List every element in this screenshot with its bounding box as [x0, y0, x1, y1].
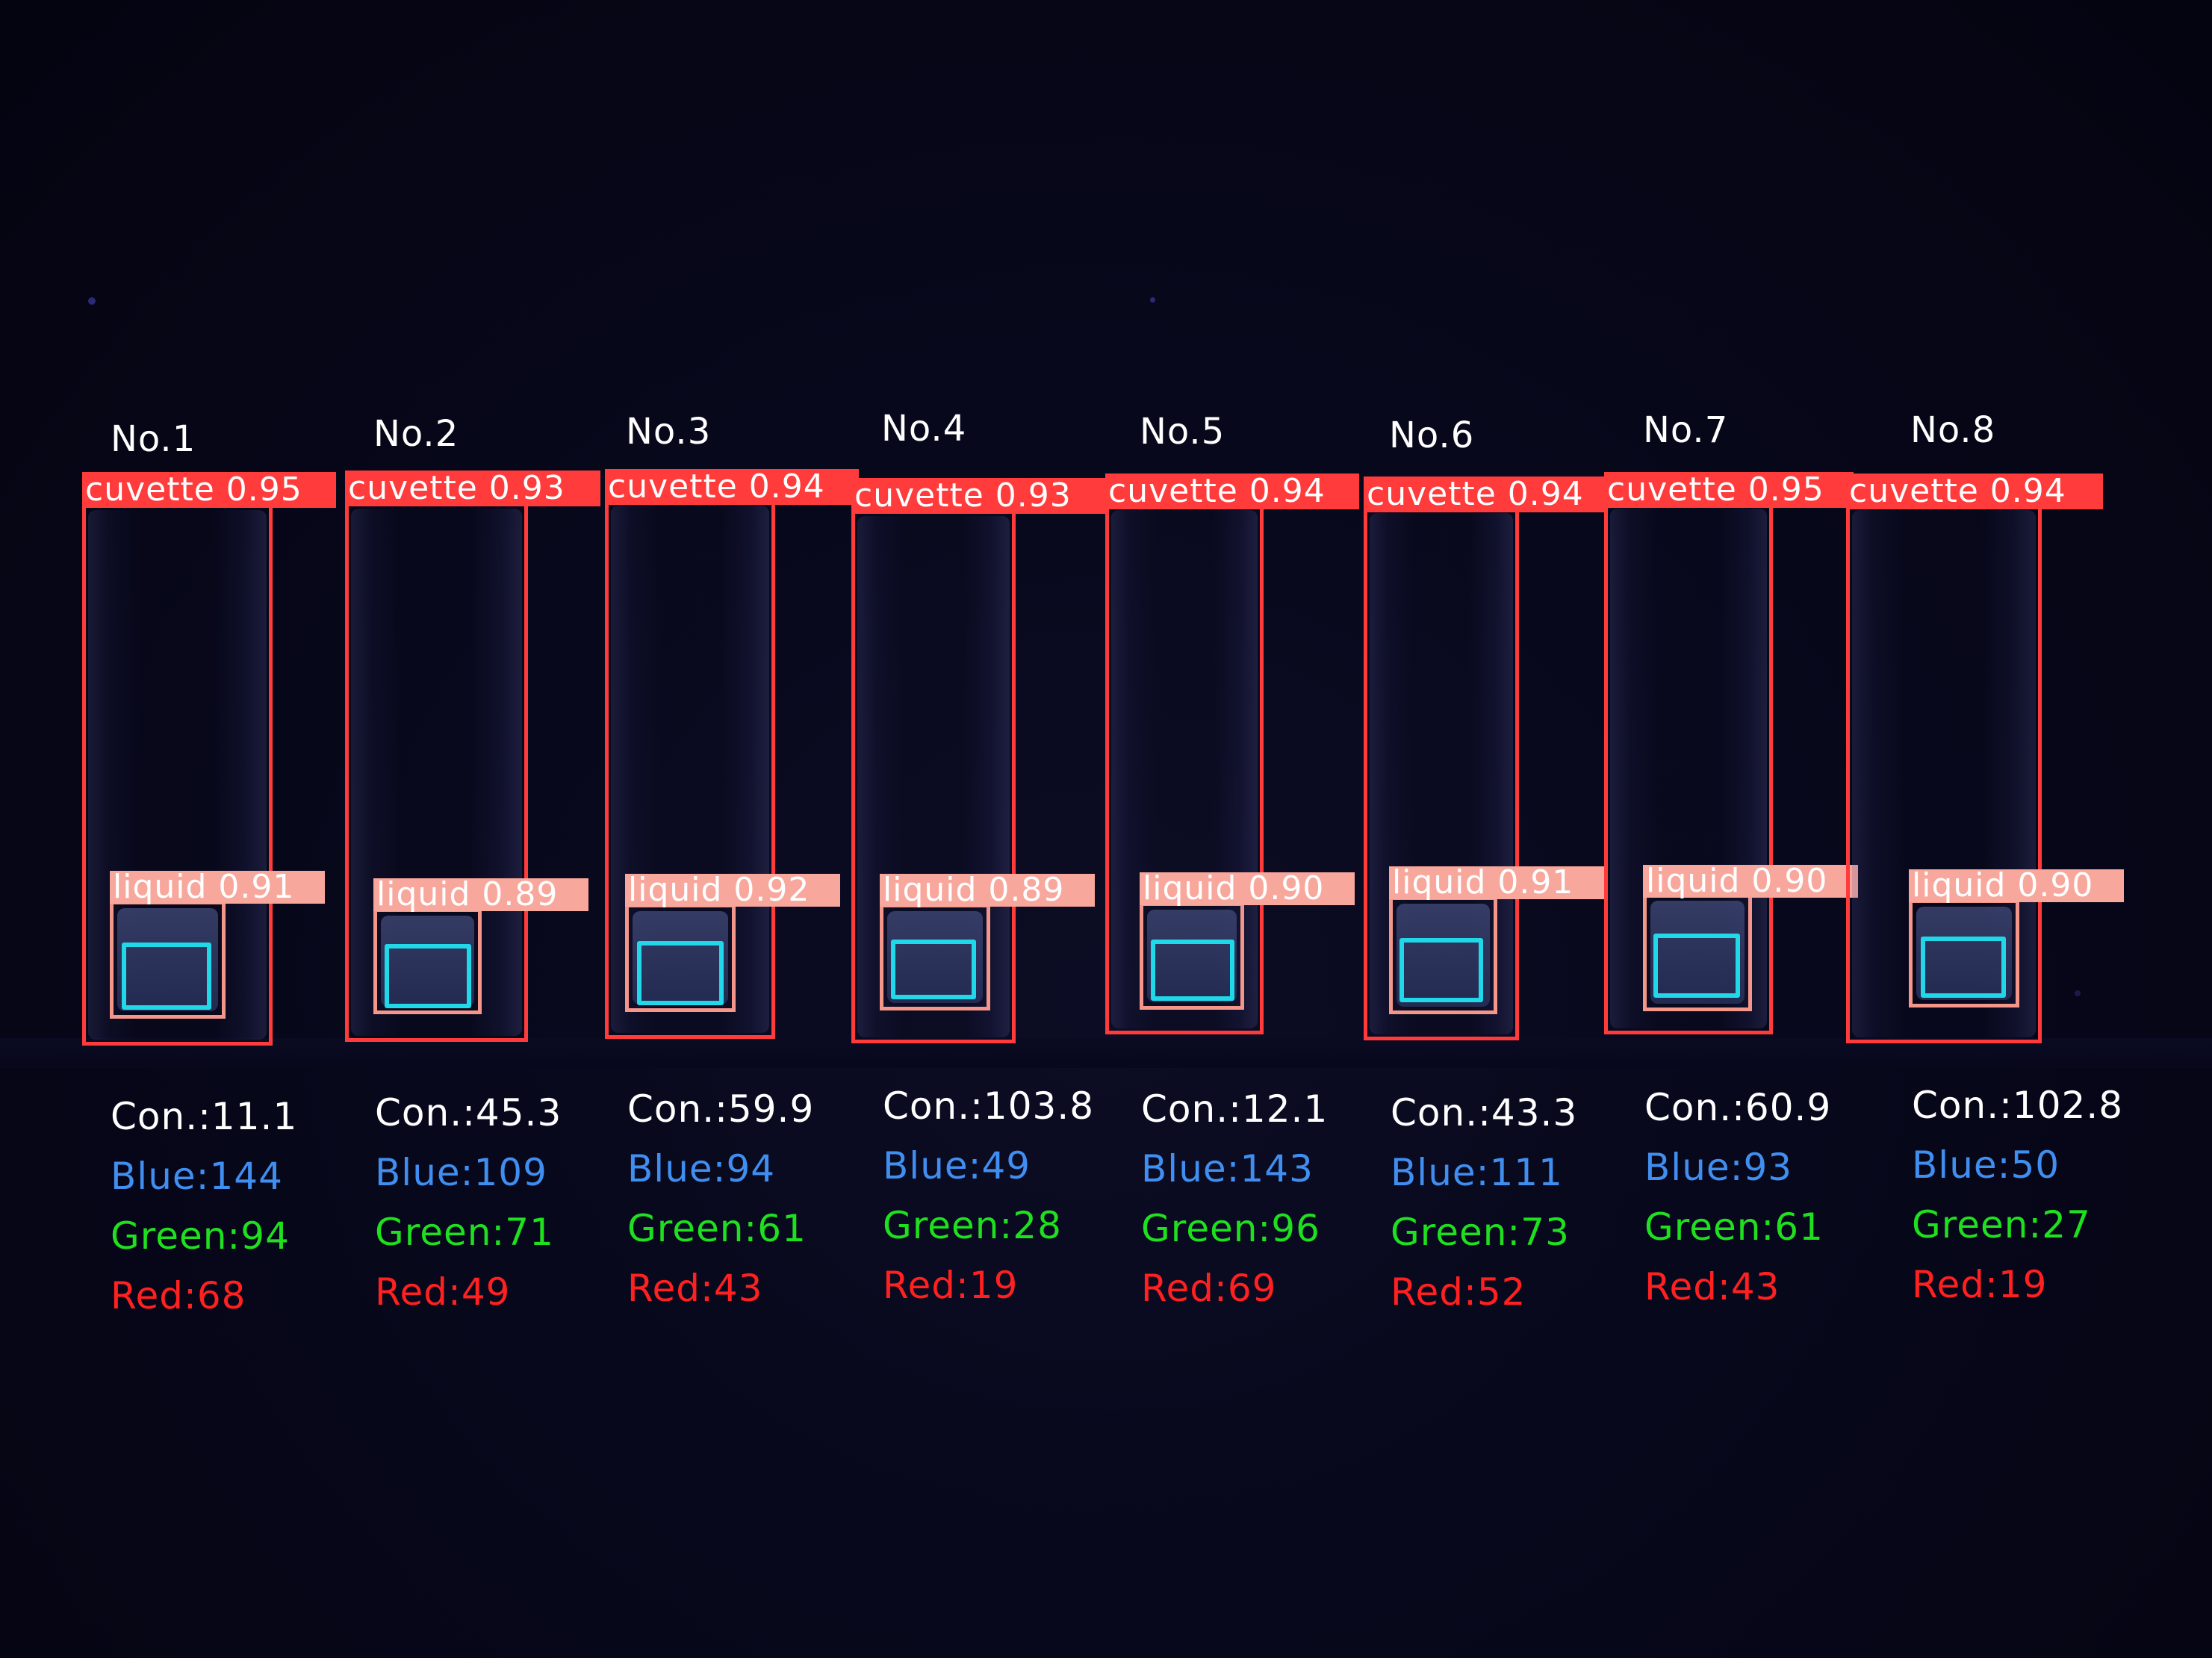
liquid-detection-tag: liquid 0.91: [110, 871, 325, 904]
blue-channel-value: Blue:49: [883, 1144, 1031, 1187]
dust-speck: [88, 297, 96, 305]
green-channel-value: Green:73: [1391, 1211, 1570, 1254]
concentration-value: Con.:103.8: [883, 1084, 1095, 1128]
blue-channel-value: Blue:109: [375, 1151, 547, 1194]
green-channel-value: Green:27: [1912, 1203, 2091, 1246]
sample-number-label: No.3: [626, 411, 712, 453]
liquid-detection-tag: liquid 0.89: [880, 874, 1095, 907]
red-channel-value: Red:52: [1391, 1270, 1526, 1314]
sample-readout: Con.:11.1 Blue:144 Green:94 Red:68: [111, 1087, 297, 1326]
dust-speck: [2075, 990, 2081, 996]
concentration-value: Con.:43.3: [1391, 1091, 1578, 1134]
liquid-detection-tag: liquid 0.90: [1643, 865, 1858, 898]
red-channel-value: Red:68: [111, 1274, 246, 1317]
blue-channel-value: Blue:94: [627, 1147, 776, 1190]
sample-number-label: No.5: [1140, 411, 1225, 453]
color-sampling-roi-box: [637, 941, 724, 1005]
concentration-value: Con.:60.9: [1644, 1086, 1832, 1129]
blue-channel-value: Blue:144: [111, 1155, 283, 1198]
sample-readout: Con.:60.9 Blue:93 Green:61 Red:43: [1644, 1078, 1831, 1317]
concentration-value: Con.:102.8: [1912, 1084, 2124, 1127]
cuvette-detection-tag: cuvette 0.94: [1846, 474, 2103, 509]
sample-readout: Con.:12.1 Blue:143 Green:96 Red:69: [1141, 1079, 1328, 1318]
sample-readout: Con.:102.8 Blue:50 Green:27 Red:19: [1912, 1075, 2123, 1314]
color-sampling-roi-box: [891, 940, 976, 999]
color-sampling-roi-box: [1399, 938, 1483, 1002]
sample-number-label: No.1: [111, 418, 196, 460]
blue-channel-value: Blue:93: [1644, 1146, 1793, 1189]
blue-channel-value: Blue:143: [1141, 1147, 1314, 1190]
concentration-value: Con.:59.9: [627, 1087, 815, 1131]
sample-number-label: No.4: [881, 408, 967, 450]
cuvette-detection-tag: cuvette 0.95: [1604, 472, 1854, 508]
color-sampling-roi-box: [1921, 937, 2006, 998]
color-sampling-roi-box: [122, 943, 211, 1010]
red-channel-value: Red:43: [1644, 1265, 1780, 1308]
sample-number-label: No.6: [1389, 414, 1475, 456]
liquid-detection-tag: liquid 0.91: [1389, 866, 1604, 899]
blue-channel-value: Blue:111: [1391, 1151, 1563, 1194]
sample-readout: Con.:59.9 Blue:94 Green:61 Red:43: [627, 1079, 814, 1318]
sample-number-label: No.7: [1643, 409, 1729, 451]
concentration-value: Con.:45.3: [375, 1091, 562, 1134]
blue-channel-value: Blue:50: [1912, 1143, 2060, 1187]
cuvette-detection-tag: cuvette 0.94: [1364, 476, 1607, 512]
detection-scene: No.1 cuvette 0.95 liquid 0.91 Con.:11.1 Blue…: [0, 0, 2212, 1658]
sample-number-label: No.8: [1910, 409, 1996, 451]
cuvette-detection-tag: cuvette 0.94: [1105, 474, 1359, 509]
red-channel-value: Red:43: [627, 1267, 763, 1310]
cuvette-detection-tag: cuvette 0.94: [605, 469, 859, 505]
color-sampling-roi-box: [1151, 940, 1234, 1001]
sample-readout: Con.:103.8 Blue:49 Green:28 Red:19: [883, 1076, 1094, 1315]
red-channel-value: Red:49: [375, 1270, 511, 1314]
green-channel-value: Green:28: [883, 1204, 1062, 1247]
sample-readout: Con.:45.3 Blue:109 Green:71 Red:49: [375, 1083, 562, 1322]
color-sampling-roi-box: [385, 944, 471, 1008]
liquid-detection-tag: liquid 0.89: [373, 878, 588, 911]
red-channel-value: Red:19: [883, 1264, 1019, 1307]
cuvette-detection-tag: cuvette 0.93: [851, 478, 1105, 514]
sample-readout: Con.:43.3 Blue:111 Green:73 Red:52: [1391, 1083, 1577, 1322]
cuvette-detection-tag: cuvette 0.93: [345, 471, 600, 506]
red-channel-value: Red:69: [1141, 1267, 1277, 1310]
liquid-detection-tag: liquid 0.90: [1909, 869, 2124, 902]
green-channel-value: Green:71: [375, 1211, 554, 1254]
color-sampling-roi-box: [1653, 934, 1740, 998]
green-channel-value: Green:61: [1644, 1205, 1824, 1249]
green-channel-value: Green:94: [111, 1214, 290, 1258]
liquid-detection-tag: liquid 0.92: [625, 874, 840, 907]
concentration-value: Con.:12.1: [1141, 1087, 1329, 1131]
cuvette-detection-tag: cuvette 0.95: [82, 472, 336, 508]
concentration-value: Con.:11.1: [111, 1095, 298, 1138]
red-channel-value: Red:19: [1912, 1263, 2048, 1306]
dust-speck: [1150, 297, 1155, 302]
sample-number-label: No.2: [373, 413, 459, 455]
green-channel-value: Green:96: [1141, 1207, 1320, 1250]
liquid-detection-tag: liquid 0.90: [1140, 872, 1355, 905]
green-channel-value: Green:61: [627, 1207, 807, 1250]
